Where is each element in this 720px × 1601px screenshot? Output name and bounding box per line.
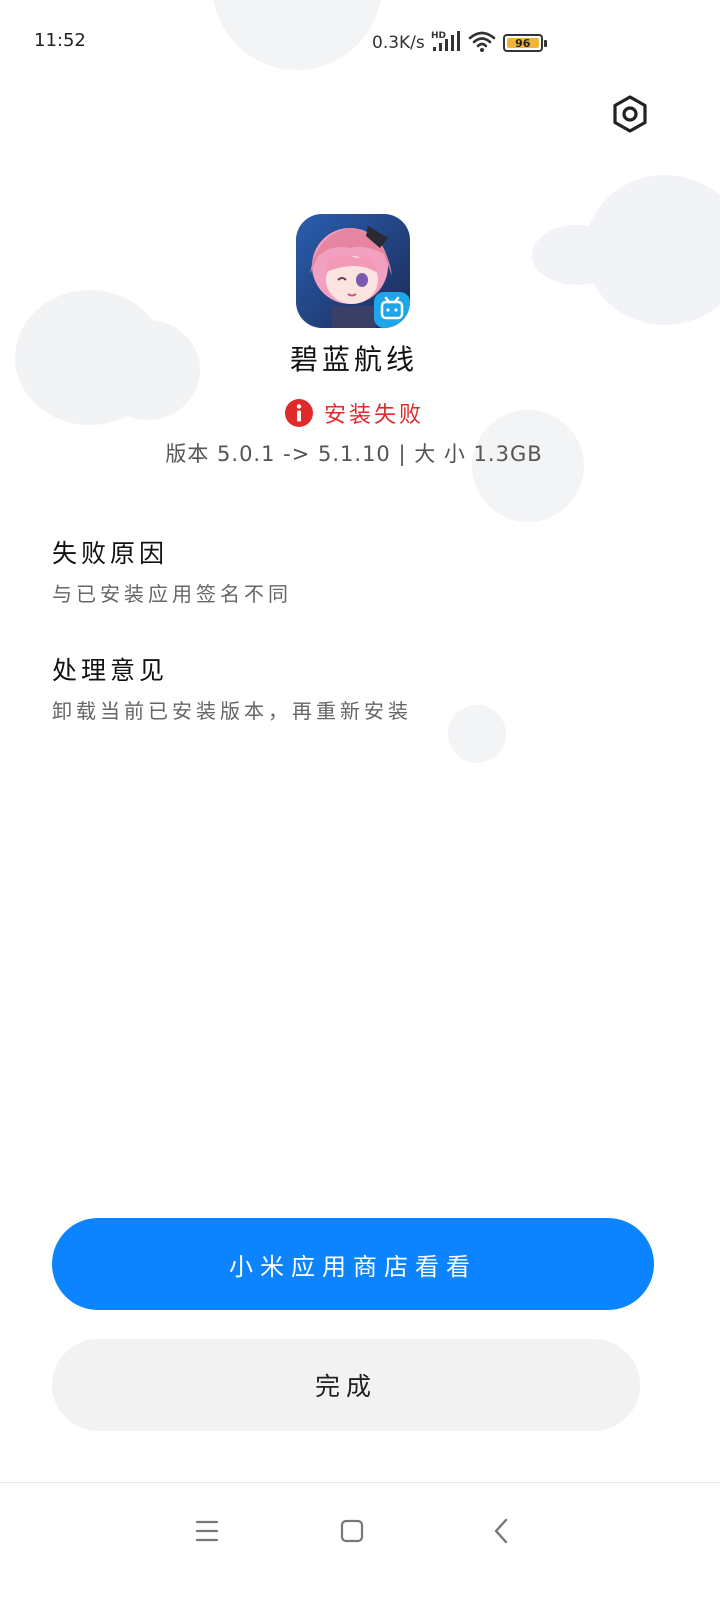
version-size-info: 版本 5.0.1 -> 5.1.10 | 大 小 1.3GB [165,442,543,466]
navigation-bar [0,1482,720,1601]
background-cloud [532,225,622,285]
suggestion-text: 卸载当前已安装版本，再重新安装 [52,699,412,723]
status-time: 11:52 [34,30,86,51]
background-cloud [448,705,506,763]
home-square-icon [340,1519,364,1543]
battery-level: 96 [506,38,539,49]
suggestion-title: 处理意见 [52,656,169,685]
network-speed: 0.3K/s [372,33,425,53]
back-chevron-icon [494,1518,508,1544]
app-icon [296,214,410,328]
nav-back-button[interactable] [482,1511,522,1551]
failure-reason-section: 失败原因 与已安装应用签名不同 [52,534,292,607]
status-indicators: 0.3K/s HD 96 [372,28,547,58]
battery-icon: 96 [502,34,547,52]
app-name: 碧蓝航线 [289,343,418,376]
done-button[interactable]: 完成 [52,1339,640,1431]
open-app-store-button[interactable]: 小米应用商店看看 [52,1218,654,1310]
suggestion-section: 处理意见 卸载当前已安装版本，再重新安装 [52,651,412,724]
status-bar: 11:52 0.3K/s HD 96 [0,0,720,84]
failure-reason-title: 失败原因 [52,539,169,568]
install-status: 安装失败 [0,396,708,430]
menu-icon [195,1520,219,1542]
install-status-label: 安装失败 [323,403,424,428]
settings-hexagon-icon [613,95,647,133]
settings-button[interactable] [610,94,650,134]
wifi-icon [467,29,497,57]
failure-reason-text: 与已安装应用签名不同 [52,582,292,606]
svg-text:HD: HD [431,31,446,41]
nav-menu-button[interactable] [188,1511,228,1551]
signal-icon: HD [431,29,461,57]
error-info-icon [284,399,313,427]
nav-home-button[interactable] [332,1511,372,1551]
